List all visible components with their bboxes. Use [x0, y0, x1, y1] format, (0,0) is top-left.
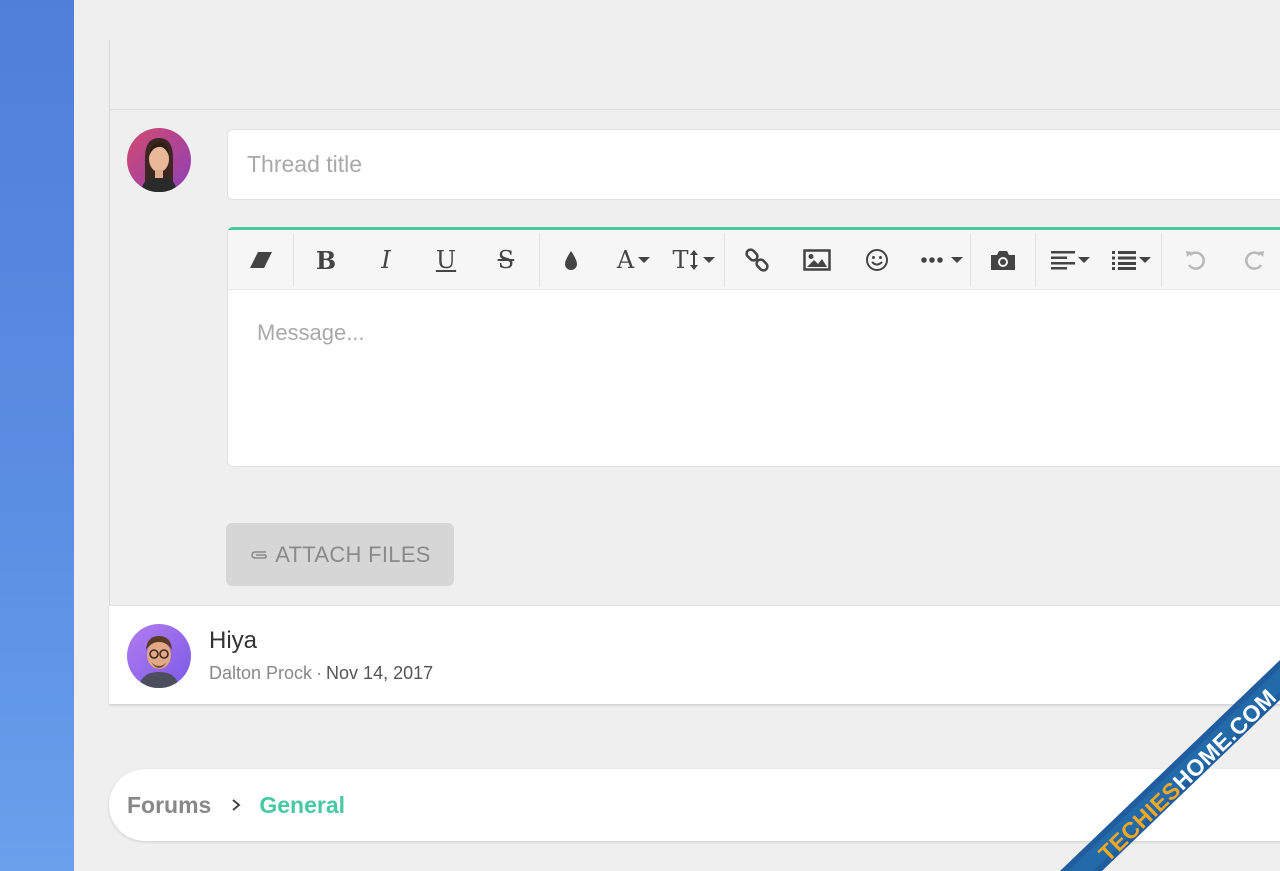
thread-meta: Dalton Prock · Nov 14, 2017 [209, 663, 433, 684]
underline-button[interactable]: U [421, 230, 471, 290]
author-avatar[interactable] [127, 624, 191, 688]
insert-image-button[interactable] [794, 230, 840, 290]
insert-link-button[interactable] [734, 230, 780, 290]
link-icon [745, 248, 769, 272]
font-family-label: A [616, 246, 635, 274]
italic-button[interactable]: I [361, 230, 411, 290]
meta-separator: · [316, 663, 323, 683]
man-avatar-icon [127, 624, 191, 688]
image-icon [803, 249, 831, 271]
attach-files-label: ATTACH FILES [275, 541, 431, 567]
list-dropdown[interactable] [1104, 230, 1160, 290]
redo-button[interactable] [1232, 230, 1278, 290]
chevron-down-icon [638, 257, 651, 263]
font-family-dropdown[interactable]: A [606, 230, 662, 290]
thread-date: Nov 14, 2017 [326, 663, 434, 683]
chevron-down-icon [950, 257, 963, 263]
text-color-button[interactable] [548, 230, 594, 290]
camera-icon [991, 251, 1015, 270]
align-icon [1051, 251, 1075, 270]
breadcrumb-general[interactable]: General [259, 792, 345, 819]
smiley-icon [866, 249, 888, 271]
chevron-down-icon [1139, 257, 1151, 263]
more-options-dropdown[interactable] [914, 230, 970, 290]
attach-files-button[interactable]: ATTACH FILES [226, 523, 454, 586]
thread-list-item[interactable] [109, 605, 1280, 705]
clear-format-button[interactable] [238, 230, 284, 290]
current-user-avatar[interactable] [127, 128, 191, 192]
arrows-vertical-icon [689, 250, 698, 270]
insert-emoji-button[interactable] [854, 230, 900, 290]
chevron-down-icon [1078, 257, 1090, 263]
align-dropdown[interactable] [1043, 230, 1099, 290]
list-icon [1112, 251, 1136, 270]
message-editor: B I U S A T [227, 227, 1280, 467]
sidebar-strip [0, 0, 74, 871]
eraser-icon [250, 252, 272, 268]
breadcrumb: Forums General [109, 769, 1280, 841]
more-icon [920, 257, 943, 263]
message-input[interactable] [228, 290, 1280, 467]
font-size-dropdown[interactable]: T [668, 230, 720, 290]
chevron-right-icon [231, 798, 241, 812]
thread-title-input[interactable] [227, 129, 1280, 200]
font-size-label: T [672, 246, 689, 274]
editor-toolbar: B I U S A T [228, 230, 1280, 290]
bold-button[interactable]: B [301, 230, 351, 290]
strikethrough-button[interactable]: S [481, 230, 531, 290]
paperclip-icon [251, 550, 268, 559]
breadcrumb-forums[interactable]: Forums [127, 792, 211, 819]
thread-title[interactable]: Hiya [209, 627, 257, 655]
undo-button[interactable] [1172, 230, 1218, 290]
woman-avatar-icon [127, 128, 191, 192]
panel-divider [109, 109, 1280, 110]
thread-author[interactable]: Dalton Prock [209, 663, 312, 683]
redo-icon [1245, 251, 1264, 270]
insert-photo-button[interactable] [980, 230, 1026, 290]
droplet-icon [565, 251, 577, 270]
undo-icon [1186, 251, 1205, 270]
chevron-down-icon [702, 257, 715, 263]
